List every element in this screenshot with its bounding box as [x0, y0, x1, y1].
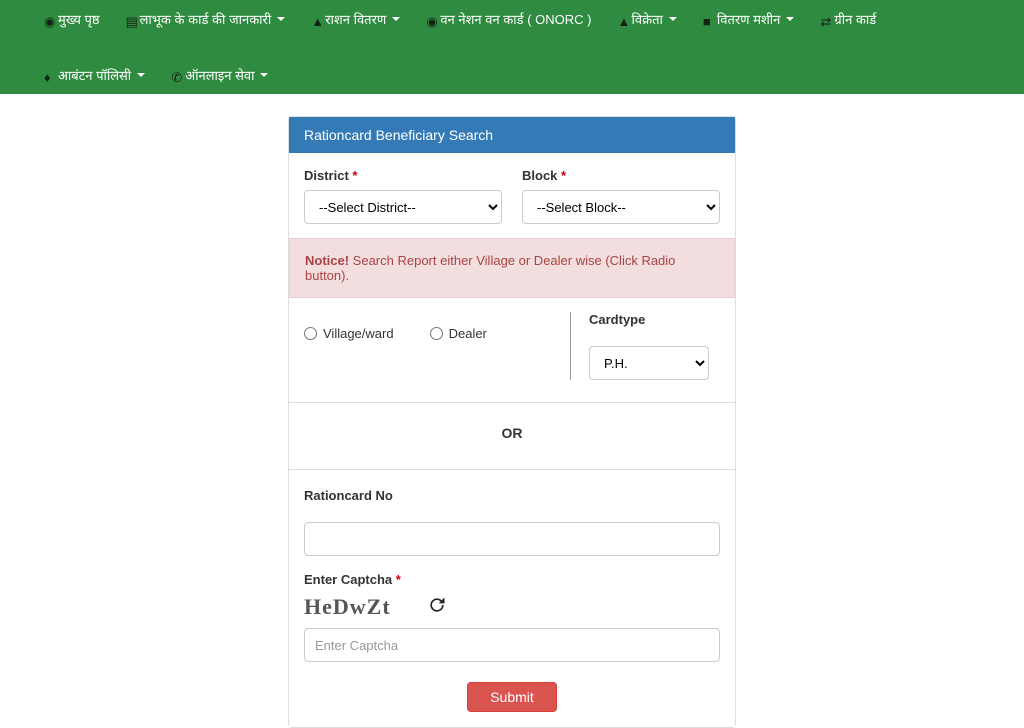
radio-dealer[interactable]: Dealer: [430, 326, 487, 341]
chevron-down-icon: [260, 73, 268, 77]
nav-home[interactable]: ◉ मुख्य पृष्ठ: [40, 0, 104, 38]
notice-alert: Notice! Search Report either Village or …: [289, 238, 735, 298]
phone-icon: ✆: [171, 70, 181, 80]
captcha-image: HeDwZt: [304, 594, 391, 620]
required-mark: *: [561, 168, 566, 183]
machine-icon: ■: [703, 14, 713, 24]
nav-label: ऑनलाइन सेवा: [185, 66, 254, 84]
required-mark: *: [396, 572, 401, 587]
nav-label: मुख्य पृष्ठ: [58, 10, 100, 28]
chevron-down-icon: [277, 17, 285, 21]
panel-heading: Rationcard Beneficiary Search: [289, 117, 735, 153]
radio-village-label: Village/ward: [323, 326, 394, 341]
block-select[interactable]: --Select Block--: [522, 190, 720, 224]
notice-text: Search Report either Village or Dealer w…: [305, 253, 675, 283]
nav-label: विक्रेता: [632, 10, 663, 28]
radio-village-input[interactable]: [304, 327, 317, 340]
nav-onorc[interactable]: ◉ वन नेशन वन कार्ड ( ONORC ): [422, 0, 595, 38]
required-mark: *: [352, 168, 357, 183]
captcha-input[interactable]: [304, 628, 720, 662]
chevron-down-icon: [786, 17, 794, 21]
submit-button[interactable]: Submit: [467, 682, 557, 712]
chevron-down-icon: [669, 17, 677, 21]
radio-dealer-input[interactable]: [430, 327, 443, 340]
panel-body: District * --Select District-- Block * -…: [289, 153, 735, 727]
nav-label: वितरण मशीन: [717, 10, 781, 28]
rationcard-input[interactable]: [304, 522, 720, 556]
nav-green-card[interactable]: ⇄ ग्रीन कार्ड: [816, 0, 880, 38]
block-label: Block *: [522, 168, 720, 183]
or-separator: OR: [304, 403, 720, 469]
cardtype-select[interactable]: P.H.: [589, 346, 709, 380]
swap-icon: ⇄: [820, 14, 830, 24]
nav-label: आबंटन पॉलिसी: [58, 66, 131, 84]
main-container: Rationcard Beneficiary Search District *…: [0, 94, 1024, 728]
refresh-icon[interactable]: [427, 595, 447, 620]
card-icon: ▤: [126, 14, 136, 24]
search-panel: Rationcard Beneficiary Search District *…: [288, 116, 736, 728]
chevron-down-icon: [392, 17, 400, 21]
nav-distribution-machine[interactable]: ■ वितरण मशीन: [699, 0, 799, 38]
captcha-label: Enter Captcha *: [304, 572, 720, 587]
radio-dealer-label: Dealer: [449, 326, 487, 341]
nav-online-service[interactable]: ✆ ऑनलाइन सेवा: [167, 56, 272, 94]
circle-icon: ◉: [44, 14, 54, 24]
notice-strong: Notice!: [305, 253, 349, 268]
rationcard-label: Rationcard No: [304, 488, 720, 503]
nav-allocation-policy[interactable]: ♦ आबंटन पॉलिसी: [40, 56, 149, 94]
circle-icon: ◉: [426, 14, 436, 24]
top-navbar: ◉ मुख्य पृष्ठ ▤ लाभूक के कार्ड की जानकार…: [0, 0, 1024, 94]
cardtype-label: Cardtype: [589, 312, 720, 327]
district-label: District *: [304, 168, 502, 183]
district-select[interactable]: --Select District--: [304, 190, 502, 224]
nav-label: वन नेशन वन कार्ड ( ONORC ): [440, 10, 591, 28]
nav-label: लाभूक के कार्ड की जानकारी: [140, 10, 272, 28]
nav-ration-distribution[interactable]: ▲ राशन वितरण: [307, 0, 404, 38]
panel-title: Rationcard Beneficiary Search: [304, 127, 493, 143]
person-icon: ▲: [618, 14, 628, 24]
nav-card-info[interactable]: ▤ लाभूक के कार्ड की जानकारी: [122, 0, 290, 38]
nav-label: राशन वितरण: [325, 10, 386, 28]
nav-label: ग्रीन कार्ड: [834, 10, 876, 28]
radio-village[interactable]: Village/ward: [304, 326, 394, 341]
drop-icon: ♦: [44, 70, 54, 80]
person-icon: ▲: [311, 14, 321, 24]
chevron-down-icon: [137, 73, 145, 77]
nav-vendor[interactable]: ▲ विक्रेता: [614, 0, 681, 38]
